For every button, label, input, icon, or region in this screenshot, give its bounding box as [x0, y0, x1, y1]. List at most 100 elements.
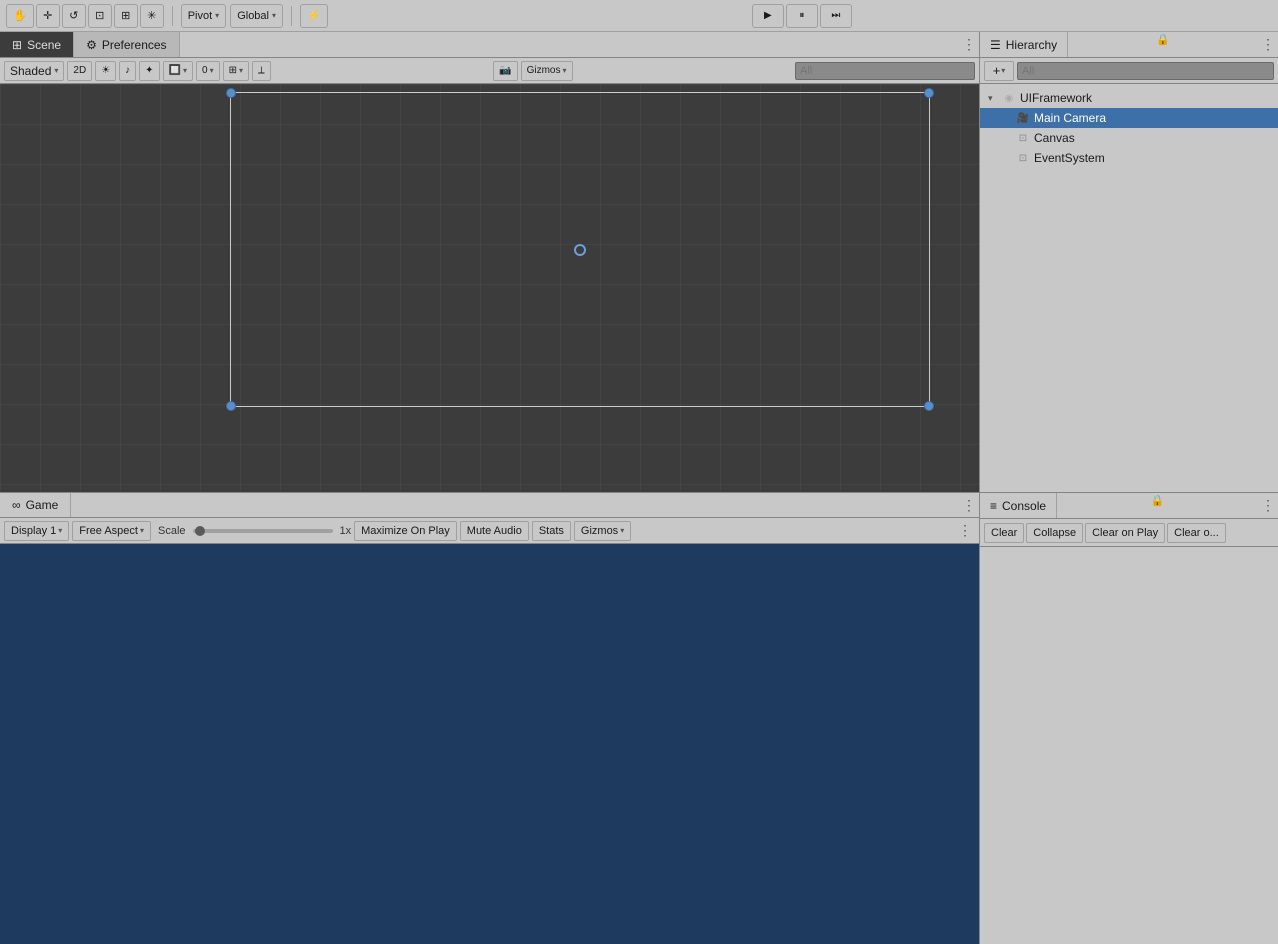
scene-panel: ⊞ Scene ⚙ Preferences ⋮ Shaded ▾ 2D ☀ [0, 32, 979, 492]
global-label: Global [237, 10, 269, 22]
snap-btn[interactable]: ⟂ [252, 61, 271, 81]
game-tab[interactable]: ∞ Game [0, 493, 71, 517]
uiframework-arrow: ▾ [988, 93, 998, 104]
uiframework-label: UIFramework [1020, 91, 1092, 105]
pause-icon: ⏸ [799, 10, 804, 21]
hierarchy-tab[interactable]: ☰ Hierarchy [980, 32, 1068, 57]
scale-thumb [195, 526, 205, 536]
transform-tools: ✋ ✛ ↺ ⊡ ⊞ ✳ [6, 4, 164, 28]
pivot-label: Pivot [188, 10, 212, 22]
hierarchy-item-uiframework[interactable]: ▾ ◉ UIFramework [980, 88, 1278, 108]
gizmos-label: Gizmos [527, 65, 561, 76]
scale-tool-btn[interactable]: ⊡ [88, 4, 112, 28]
canvas-icon: ⊡ [1016, 131, 1030, 145]
center-handle[interactable] [574, 244, 586, 256]
step-button[interactable]: ⏭ [820, 4, 852, 28]
clear-on-play-btn[interactable]: Clear on Play [1085, 523, 1165, 543]
shaded-dropdown[interactable]: Shaded ▾ [4, 61, 64, 81]
2d-label: 2D [73, 65, 86, 76]
handle-bottom-left[interactable] [226, 401, 236, 411]
console-tab[interactable]: ≡ Console [980, 493, 1057, 518]
mute-label: Mute Audio [467, 525, 522, 537]
scene-viewport[interactable] [0, 84, 979, 492]
game-toolbar-menu[interactable]: ⋮ [955, 521, 975, 541]
grid-btn[interactable]: ⊞ ▾ [223, 61, 249, 81]
transform-tool-btn[interactable]: ✳ [140, 4, 164, 28]
hierarchy-search-input[interactable] [1017, 62, 1274, 80]
lock-icon[interactable]: 🔒 [1156, 32, 1170, 46]
clear-btn[interactable]: Clear [984, 523, 1024, 543]
preferences-tab[interactable]: ⚙ Preferences [74, 32, 179, 57]
game-gizmos-btn[interactable]: Gizmos ▾ [574, 521, 631, 541]
scene-search-input[interactable] [795, 62, 975, 80]
move-tool-btn[interactable]: ✛ [36, 4, 60, 28]
scene-tab[interactable]: ⊞ Scene [0, 32, 74, 57]
hierarchy-panel-menu[interactable]: ⋮ [1258, 32, 1278, 57]
hierarchy-item-main-camera[interactable]: 🎥 Main Camera [980, 108, 1278, 128]
hierarchy-list: ▾ ◉ UIFramework 🎥 Main Camera ⊡ Canvas ⊡ [980, 84, 1278, 492]
display-label: Display 1 [11, 525, 56, 537]
game-panel: ∞ Game ⋮ Display 1 ▾ Free Aspect ▾ Scale [0, 492, 979, 944]
play-button[interactable]: ▶ [752, 4, 784, 28]
global-btn[interactable]: Global ▾ [230, 4, 283, 28]
console-content [980, 547, 1278, 944]
collapse-btn[interactable]: Collapse [1026, 523, 1083, 543]
custom-tool-btn[interactable]: ⚡ [300, 4, 328, 28]
lighting-btn[interactable]: ☀ [95, 61, 116, 81]
fx-btn[interactable]: ✦ [139, 61, 159, 81]
hierarchy-icon: ☰ [990, 38, 1001, 52]
hierarchy-label: Hierarchy [1006, 38, 1057, 52]
aspect-dropdown[interactable]: Free Aspect ▾ [72, 521, 151, 541]
main-layout: ⊞ Scene ⚙ Preferences ⋮ Shaded ▾ 2D ☀ [0, 32, 1278, 944]
game-panel-menu[interactable]: ⋮ [959, 493, 979, 517]
hand-tool-btn[interactable]: ✋ [6, 4, 34, 28]
pivot-btn[interactable]: Pivot ▾ [181, 4, 226, 28]
console-icon: ≡ [990, 499, 997, 513]
clear-on-build-btn[interactable]: Clear o... [1167, 523, 1226, 543]
uiframework-icon: ◉ [1002, 91, 1016, 105]
prefs-label: Preferences [102, 38, 167, 52]
maximize-label: Maximize On Play [361, 525, 450, 537]
hierarchy-item-canvas[interactable]: ⊡ Canvas [980, 128, 1278, 148]
occlusion-btn[interactable]: 🔲 ▾ [163, 61, 193, 81]
left-panel: ⊞ Scene ⚙ Preferences ⋮ Shaded ▾ 2D ☀ [0, 32, 980, 944]
shaded-label: Shaded [10, 64, 51, 78]
stats-btn[interactable]: Stats [532, 521, 571, 541]
2d-btn[interactable]: 2D [67, 61, 92, 81]
handle-bottom-right[interactable] [924, 401, 934, 411]
pivot-dropdown-icon: ▾ [215, 11, 219, 20]
scene-panel-menu[interactable]: ⋮ [959, 32, 979, 57]
console-panel: ≡ Console 🔒 ⋮ Clear Collapse Clear on Pl… [980, 492, 1278, 944]
handle-top-right[interactable] [924, 88, 934, 98]
play-controls: ▶ ⏸ ⏭ [752, 4, 852, 28]
console-panel-menu[interactable]: ⋮ [1258, 493, 1278, 518]
camera-settings-btn[interactable]: 📷 [493, 61, 517, 81]
global-dropdown-icon: ▾ [272, 11, 276, 20]
console-lock-icon[interactable]: 🔒 [1151, 493, 1165, 507]
rect-tool-btn[interactable]: ⊞ [114, 4, 138, 28]
audio-btn[interactable]: ♪ [119, 61, 136, 81]
clear-on-build-label: Clear o... [1174, 527, 1219, 539]
game-tab-label: Game [26, 498, 59, 512]
game-viewport[interactable] [0, 544, 979, 944]
rotate-tool-btn[interactable]: ↺ [62, 4, 86, 28]
hierarchy-item-eventsystem[interactable]: ⊡ EventSystem [980, 148, 1278, 168]
mute-audio-btn[interactable]: Mute Audio [460, 521, 529, 541]
scale-value: 1x [340, 525, 352, 537]
add-hierarchy-btn[interactable]: + ▾ [984, 61, 1014, 81]
scale-label: Scale [158, 525, 186, 537]
selection-rect [230, 92, 930, 407]
gizmos-btn[interactable]: Gizmos ▾ [521, 61, 573, 81]
game-tab-bar: ∞ Game ⋮ [0, 492, 979, 518]
pause-button[interactable]: ⏸ [786, 4, 818, 28]
sep1 [172, 6, 173, 26]
main-camera-label: Main Camera [1034, 111, 1106, 125]
layer-btn[interactable]: 0 ▾ [196, 61, 220, 81]
maximize-on-play-btn[interactable]: Maximize On Play [354, 521, 457, 541]
console-toolbar: Clear Collapse Clear on Play Clear o... [980, 519, 1278, 547]
play-icon: ▶ [764, 10, 772, 21]
handle-top-left[interactable] [226, 88, 236, 98]
main-camera-icon: 🎥 [1016, 111, 1030, 125]
scale-slider[interactable] [193, 529, 333, 533]
display-dropdown[interactable]: Display 1 ▾ [4, 521, 69, 541]
